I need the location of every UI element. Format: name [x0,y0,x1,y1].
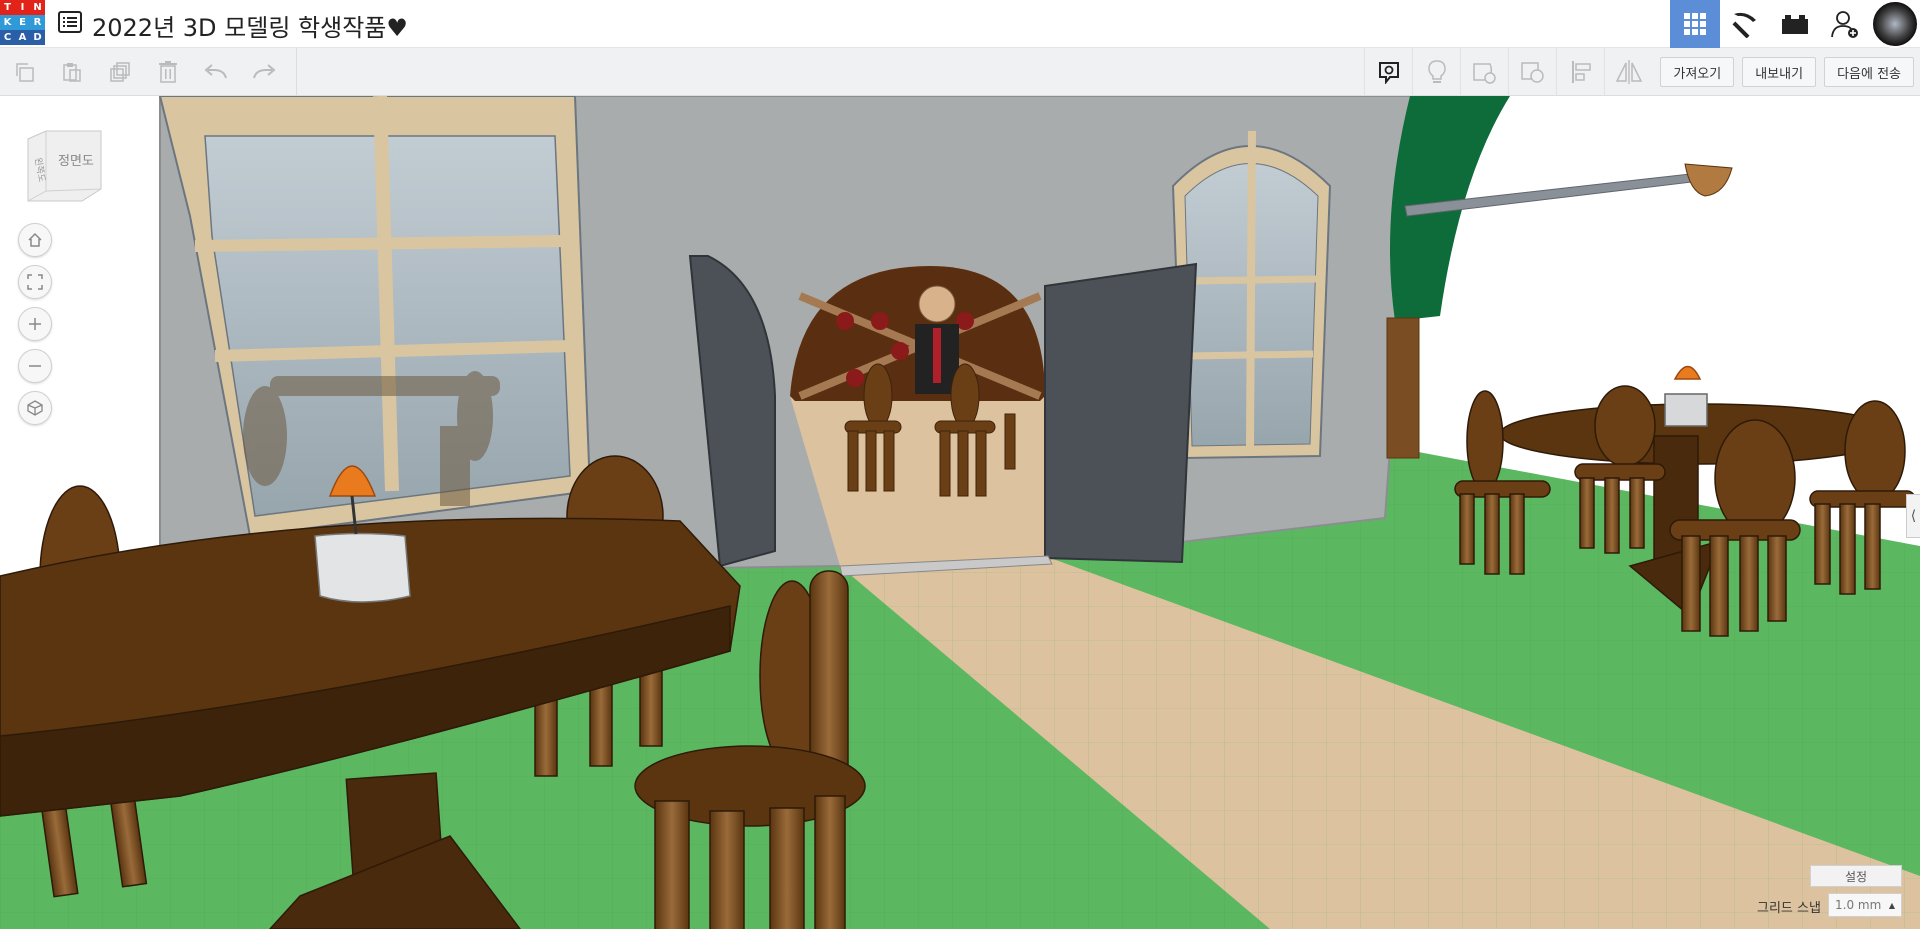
logo-letter: T [0,0,15,15]
view-cube[interactable]: 정면도 왼쪽도 [26,129,106,207]
design-title[interactable]: 2022년 3D 모델링 학생작품♥ [92,8,408,43]
align-icon[interactable] [1556,48,1604,96]
pickaxe-icon[interactable] [1720,0,1770,48]
fit-icon [27,274,43,290]
top-header: T I N K E R C A D 2022년 3D 모델링 학생작품♥ [0,0,1920,48]
grid-snap-label: 그리드 스냅 [1757,901,1821,916]
import-button[interactable]: 가져오기 [1660,57,1735,87]
caret-up-icon: ▲ [1888,900,1895,910]
edit-tools [0,48,297,96]
design-list-icon[interactable] [58,11,82,33]
delete-icon[interactable] [144,48,192,96]
tinkercad-logo[interactable]: T I N K E R C A D [0,0,45,45]
shapes-panel-toggle[interactable]: ⟨ [1906,494,1920,538]
home-view-button[interactable] [18,223,52,257]
lightbulb-icon[interactable] [1412,48,1460,96]
export-button[interactable]: 내보내기 [1742,57,1817,87]
logo-letter: N [30,0,45,15]
bricks-icon[interactable] [1770,0,1820,48]
logo-letter: R [30,15,45,30]
duplicate-icon[interactable] [96,48,144,96]
copy-icon[interactable] [0,48,48,96]
logo-letter: E [15,15,30,30]
grid-view-icon[interactable] [1670,0,1720,48]
logo-letter: K [0,15,15,30]
note-icon[interactable] [1364,48,1412,96]
edit-toolbar: 가져오기 내보내기 다음에 전송 [0,48,1920,96]
view-tools: 가져오기 내보내기 다음에 전송 [1364,48,1920,96]
settings-button[interactable]: 설정 [1810,865,1902,887]
add-user-icon[interactable] [1820,0,1870,48]
paste-icon[interactable] [48,48,96,96]
home-icon [28,232,42,247]
3d-scene[interactable] [0,96,1920,929]
zoom-in-icon [29,318,41,330]
send-to-button[interactable]: 다음에 전송 [1824,57,1914,87]
grid-snap-select[interactable]: 1.0 mm ▲ [1828,893,1902,917]
chevron-left-icon: ⟨ [1910,508,1917,524]
undo-icon[interactable] [192,48,240,96]
mirror-icon[interactable] [1604,48,1652,96]
workplane-viewport[interactable]: 정면도 왼쪽도 ⟨ 설정 그리드 스냅 1.0 mm ▲ [0,96,1920,929]
logo-letter: I [15,0,30,15]
avatar [1871,0,1919,48]
fit-view-button[interactable] [18,265,52,299]
top-nav [1670,0,1920,48]
ruler-icon[interactable] [1508,48,1556,96]
logo-letter: D [30,30,45,45]
redo-icon[interactable] [240,48,288,96]
zoom-in-button[interactable] [18,307,52,341]
zoom-out-icon [29,365,41,367]
grid-snap-value: 1.0 mm [1835,898,1882,912]
view-cube-front-label: 정면도 [58,154,94,169]
zoom-out-button[interactable] [18,349,52,383]
workplane-icon[interactable] [1460,48,1508,96]
logo-letter: A [15,30,30,45]
logo-letter: C [0,30,15,45]
perspective-icon [27,400,43,416]
perspective-button[interactable] [18,391,52,425]
user-avatar[interactable] [1870,0,1920,48]
